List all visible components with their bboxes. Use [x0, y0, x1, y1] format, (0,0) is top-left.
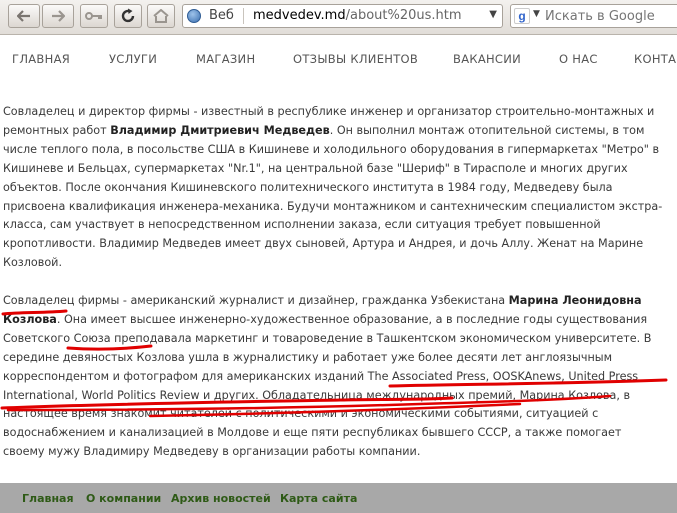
nav-item-reviews[interactable]: ОТЗЫВЫ КЛИЕНТОВ	[293, 52, 418, 66]
footer-link-company[interactable]: О компании	[86, 492, 161, 505]
p2-text-end: . Она имеет высшее инженерно-художествен…	[3, 312, 652, 459]
footer-link-sitemap[interactable]: Карта сайта	[280, 492, 357, 505]
chevron-down-icon[interactable]: ▼	[489, 9, 497, 20]
p1-name: Владимир Дмитриевич Медведев	[110, 123, 330, 137]
home-button[interactable]	[147, 4, 175, 28]
site-nav: ГЛАВНАЯ УСЛУГИ МАГАЗИН ОТЗЫВЫ КЛИЕНТОВ В…	[0, 35, 677, 85]
url-host: medvedev.md	[253, 8, 346, 23]
nav-item-contacts[interactable]: КОНТАКТЫ	[634, 52, 677, 66]
key-button[interactable]	[80, 4, 108, 28]
browser-toolbar: Веб medvedev.md/about%20us.htm ▼ g ▼	[0, 0, 677, 35]
key-icon	[85, 12, 102, 20]
google-icon[interactable]: g	[514, 8, 530, 24]
url-path: /about%20us.htm	[345, 8, 462, 23]
url-text[interactable]: medvedev.md/about%20us.htm	[253, 8, 462, 23]
search-input[interactable]	[545, 7, 677, 25]
p2-text-start: Совладелец фирмы - американский журналис…	[3, 294, 509, 308]
paragraph-medvedev: Совладелец и директор фирмы - известный …	[3, 103, 663, 273]
back-button[interactable]	[8, 4, 40, 28]
about-content: Совладелец и директор фирмы - известный …	[3, 103, 663, 481]
back-arrow-icon	[17, 10, 30, 22]
reload-icon	[121, 8, 135, 23]
nav-item-shop[interactable]: МАГАЗИН	[196, 52, 255, 66]
globe-icon	[187, 9, 201, 23]
paragraph-kozlova: Совладелец фирмы - американский журналис…	[3, 292, 663, 462]
search-bar[interactable]: g ▼	[510, 4, 677, 28]
nav-item-vacancies[interactable]: ВАКАНСИИ	[453, 52, 521, 66]
reload-button[interactable]	[114, 4, 142, 28]
forward-arrow-icon	[52, 10, 65, 22]
footer-link-home[interactable]: Главная	[22, 492, 74, 505]
address-bar[interactable]: Веб medvedev.md/about%20us.htm ▼	[182, 4, 503, 28]
p1-text-end: . Он выполнил монтаж отопительной систем…	[3, 123, 663, 270]
home-icon	[153, 9, 169, 23]
url-zone-label: Веб	[209, 8, 234, 23]
url-separator	[243, 8, 244, 24]
site-footer: Главная О компании Архив новостей Карта …	[0, 483, 677, 513]
nav-item-home[interactable]: ГЛАВНАЯ	[12, 52, 70, 66]
nav-item-about[interactable]: О НАС	[559, 52, 598, 66]
search-engine-chevron-icon[interactable]: ▼	[533, 9, 540, 19]
footer-link-news-archive[interactable]: Архив новостей	[171, 492, 271, 505]
nav-item-services[interactable]: УСЛУГИ	[109, 52, 157, 66]
forward-button[interactable]	[42, 4, 74, 28]
